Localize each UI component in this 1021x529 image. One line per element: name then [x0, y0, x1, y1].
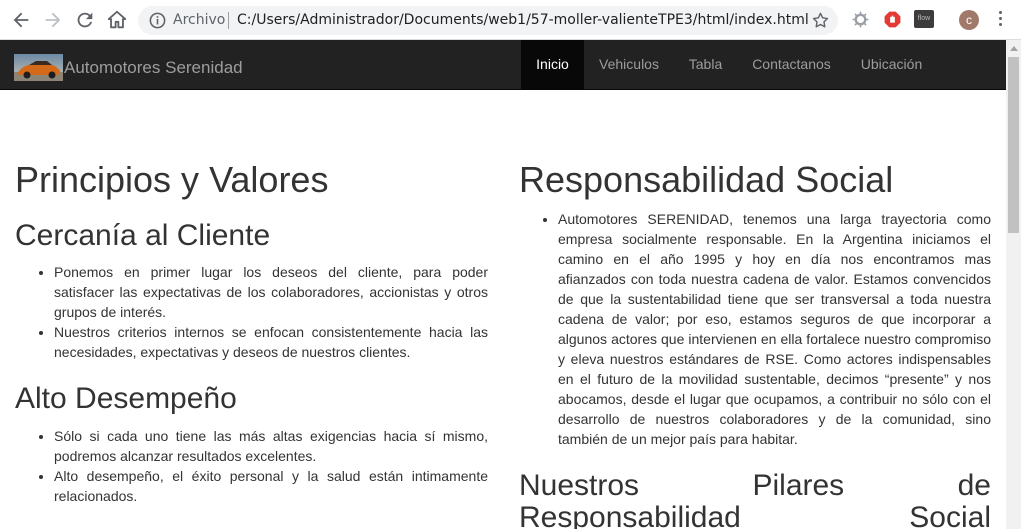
list-item: Automotores SERENIDAD, tenemos una larga… [558, 209, 991, 449]
address-divider [228, 12, 229, 29]
social-list: Automotores SERENIDAD, tenemos una larga… [519, 209, 991, 449]
url-text[interactable]: C:/Users/Administrador/Documents/web1/57… [237, 12, 809, 28]
info-icon[interactable] [148, 11, 167, 30]
list-item: Alto desempeño, el éxito personal y la s… [54, 466, 488, 506]
section-heading-cercania: Cercanía al Cliente [15, 219, 271, 252]
scroll-up-arrow-icon[interactable] [1010, 46, 1018, 51]
nav-inicio[interactable]: Inicio [521, 40, 584, 89]
browser-toolbar: Archivo C:/Users/Administrador/Documents… [0, 0, 1021, 40]
list-item: Sólo si cada uno tiene las más altas exi… [54, 426, 488, 466]
cercania-list: Ponemos en primer lugar los deseos del c… [15, 262, 488, 362]
forward-arrow-icon[interactable] [42, 9, 64, 31]
pillars-heading-line-2: Responsabilidad Social [519, 501, 991, 529]
reload-icon[interactable] [74, 9, 96, 31]
section-heading-desempeno: Alto Desempeño [15, 382, 237, 415]
principles-title: Principios y Valores [15, 159, 329, 200]
pillars-heading-line-1: Nuestros Pilares de [519, 469, 991, 502]
site-navbar: Automotores Serenidad Inicio Vehiculos T… [0, 40, 1006, 90]
brand-name[interactable]: Automotores Serenidad [64, 58, 243, 78]
list-item: Nuestros criterios internos se enfocan c… [54, 322, 488, 362]
scroll-thumb[interactable] [1008, 57, 1019, 233]
nav-vehiculos[interactable]: Vehiculos [584, 40, 674, 89]
social-title: Responsabilidad Social [519, 159, 894, 200]
scheme-label: Archivo [173, 12, 226, 28]
bookmark-star-icon[interactable] [811, 11, 830, 30]
flow-extension-icon[interactable]: flow [914, 10, 934, 28]
nav-tabla[interactable]: Tabla [674, 40, 737, 89]
nav-contactanos[interactable]: Contactanos [737, 40, 846, 89]
browser-menu-icon[interactable] [996, 11, 1004, 29]
puzzle-extension-icon[interactable] [851, 10, 870, 29]
home-icon[interactable] [106, 9, 128, 31]
nav-ubicacion[interactable]: Ubicación [846, 40, 937, 89]
adblock-extension-icon[interactable] [883, 10, 902, 29]
profile-avatar[interactable]: c [959, 10, 979, 30]
page-viewport: Automotores Serenidad Inicio Vehiculos T… [0, 40, 1006, 529]
list-item: Ponemos en primer lugar los deseos del c… [54, 262, 488, 322]
desempeno-list: Sólo si cada uno tiene las más altas exi… [15, 426, 488, 506]
address-bar[interactable]: Archivo C:/Users/Administrador/Documents… [138, 6, 838, 35]
brand-car-logo[interactable] [14, 54, 63, 81]
page-scrollbar[interactable] [1006, 40, 1021, 529]
back-arrow-icon[interactable] [10, 9, 32, 31]
